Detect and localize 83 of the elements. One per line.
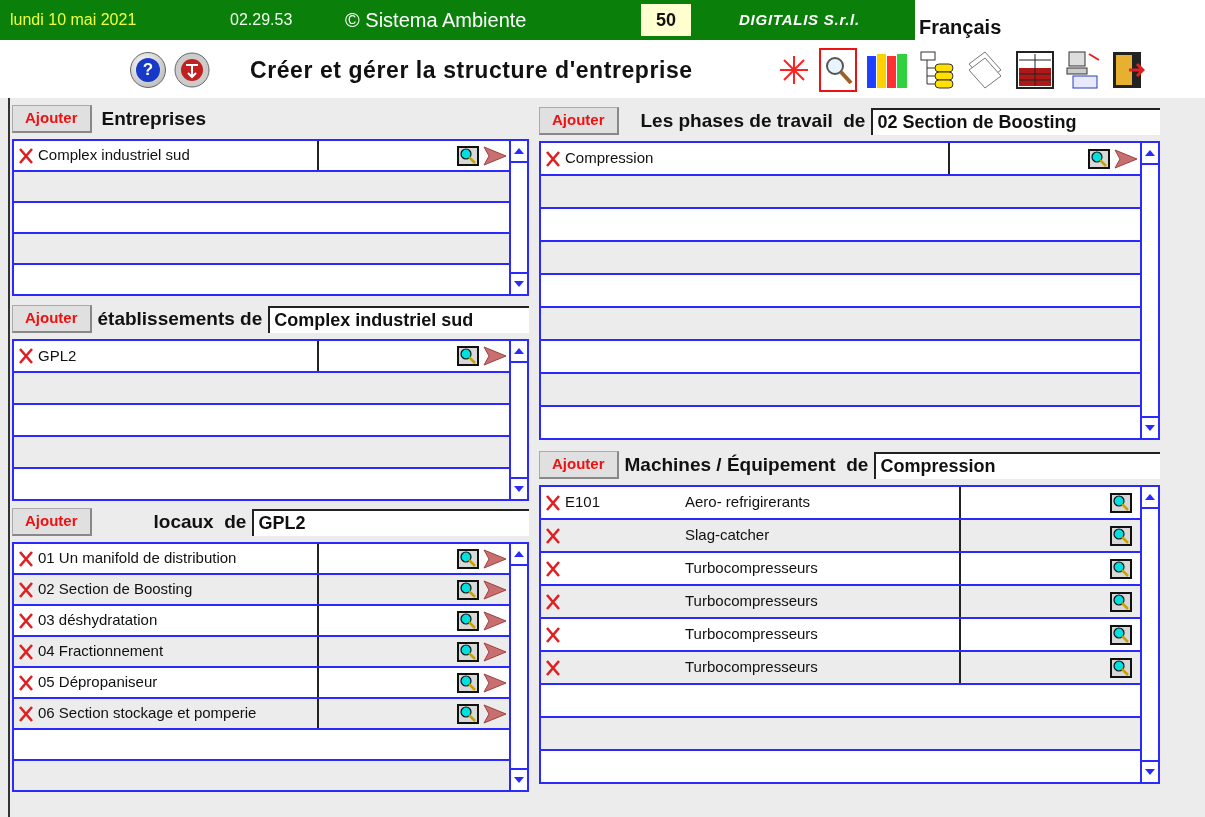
delete-icon[interactable] (19, 612, 33, 629)
delete-icon[interactable] (546, 560, 560, 577)
section-label: Machines / Équipement de (624, 452, 869, 477)
scroll-down-icon[interactable] (514, 281, 524, 287)
triangle-arrow-icon[interactable] (483, 346, 507, 366)
scrollbar[interactable] (509, 139, 529, 296)
language-text[interactable]: Français (919, 0, 1002, 42)
triangle-arrow-icon[interactable] (483, 145, 507, 166)
delete-icon[interactable] (19, 348, 33, 364)
scroll-up-icon[interactable] (514, 551, 524, 557)
triangle-arrow-icon[interactable] (483, 703, 507, 724)
search-icon[interactable] (1110, 624, 1132, 645)
machine-name: Slag-catcher (685, 525, 771, 546)
search-icon[interactable] (1110, 657, 1132, 678)
delete-icon[interactable] (19, 674, 33, 691)
scrollbar[interactable] (509, 542, 529, 792)
triangle-arrow-icon[interactable] (483, 610, 507, 631)
machine-name: Aero- refrigirerants (685, 492, 812, 513)
page-title: Créer et gérer la structure d'entreprise (250, 55, 694, 85)
delete-icon[interactable] (546, 593, 560, 610)
time-text: 02.29.53 (230, 10, 294, 30)
machine-name: Turbocompresseurs (685, 558, 819, 579)
scroll-down-icon[interactable] (514, 777, 524, 783)
delete-icon[interactable] (546, 626, 560, 643)
triangle-arrow-icon[interactable] (483, 548, 507, 569)
context-field[interactable]: 02 Section de Boosting (871, 107, 1160, 135)
section-label: locaux de (152, 509, 247, 534)
help-button[interactable]: ? (130, 52, 166, 88)
scroll-up-icon[interactable] (1145, 150, 1155, 156)
delete-icon[interactable] (19, 643, 33, 660)
machine-code: E101 (565, 492, 602, 513)
triangle-arrow-icon[interactable] (483, 579, 507, 600)
search-icon[interactable] (1110, 558, 1132, 579)
scrollbar[interactable] (1140, 485, 1160, 784)
search-icon[interactable] (1110, 492, 1132, 513)
snowflake-icon[interactable] (778, 54, 810, 86)
context-field[interactable]: Compression (874, 451, 1160, 479)
scroll-down-icon[interactable] (1145, 425, 1155, 431)
scroll-up-icon[interactable] (1145, 494, 1155, 500)
delete-icon[interactable] (546, 494, 560, 511)
scroll-up-icon[interactable] (514, 348, 524, 354)
search-icon[interactable] (1110, 525, 1132, 546)
machine-name: Turbocompresseurs (685, 591, 819, 612)
scroll-down-icon[interactable] (1145, 769, 1155, 775)
list-item-name[interactable]: 04 Fractionnement (38, 640, 317, 663)
list-item-name[interactable]: 06 Section stockage et pomperie (38, 702, 317, 725)
scroll-up-icon[interactable] (514, 148, 524, 154)
scroll-down-icon[interactable] (514, 486, 524, 492)
delete-icon[interactable] (546, 150, 560, 167)
count-badge: 50 (641, 4, 691, 36)
context-field[interactable]: Complex industriel sud (268, 305, 529, 333)
section-label: Les phases de travail de (639, 108, 866, 133)
delete-icon[interactable] (19, 581, 33, 598)
delete-icon[interactable] (19, 550, 33, 567)
search-icon[interactable] (457, 610, 479, 631)
search-icon[interactable] (457, 548, 479, 569)
delete-icon[interactable] (546, 659, 560, 676)
scrollbar[interactable] (509, 339, 529, 501)
search-icon[interactable] (457, 145, 479, 166)
context-field[interactable]: GPL2 (252, 508, 529, 536)
delete-icon[interactable] (546, 527, 560, 544)
search-icon[interactable] (457, 672, 479, 693)
delete-icon[interactable] (19, 705, 33, 722)
search-icon[interactable] (457, 703, 479, 724)
list-item-name[interactable]: 02 Section de Boosting (38, 578, 317, 601)
date-text: lundi 10 mai 2021 (9, 10, 138, 30)
triangle-arrow-icon[interactable] (1114, 148, 1138, 169)
brand-text: © Sistema Ambiente (345, 8, 528, 33)
machine-name: Turbocompresseurs (685, 657, 819, 678)
scrollbar[interactable] (1140, 141, 1160, 440)
company-text: DIGITALIS S.r.l. (739, 9, 860, 30)
triangle-arrow-icon[interactable] (483, 672, 507, 693)
machine-name: Turbocompresseurs (685, 624, 819, 645)
search-icon[interactable] (457, 346, 479, 366)
triangle-arrow-icon[interactable] (483, 641, 507, 662)
delete-icon[interactable] (19, 147, 33, 164)
search-icon[interactable] (1088, 148, 1110, 169)
section-label: établissements de (97, 306, 263, 331)
search-icon[interactable] (1110, 591, 1132, 612)
arrow-circle-icon[interactable] (174, 52, 210, 88)
search-icon[interactable] (457, 641, 479, 662)
search-icon[interactable] (457, 579, 479, 600)
section-label: Entreprises (100, 106, 207, 131)
